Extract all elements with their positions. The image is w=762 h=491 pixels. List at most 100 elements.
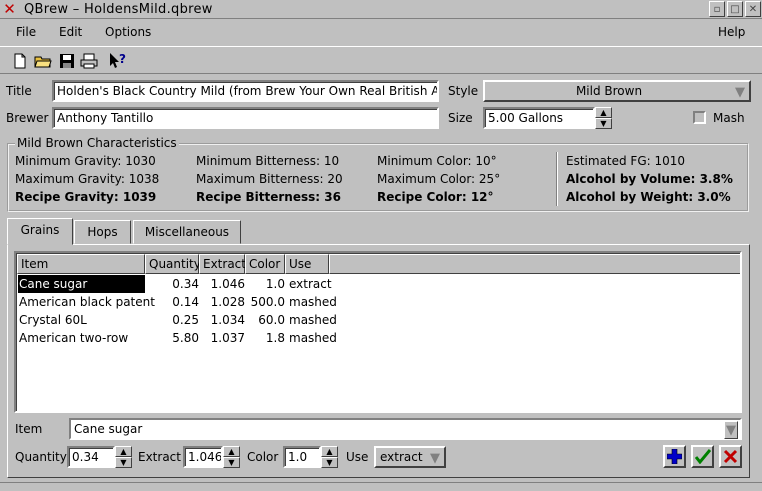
x-icon xyxy=(723,449,738,464)
table-row[interactable]: Cane sugar 0.34 1.046 1.0 extract xyxy=(18,275,738,293)
alcohol-by-weight: Alcohol by Weight: 3.0% xyxy=(566,190,731,204)
header-color[interactable]: Color xyxy=(245,254,285,274)
grains-list[interactable]: Item Quantity Extract Color Use Cane sug… xyxy=(14,251,742,413)
cell-item: American black patent xyxy=(19,295,155,309)
brewer-label: Brewer xyxy=(6,111,49,125)
cell-color: 1.0 xyxy=(265,277,285,291)
whats-this-icon[interactable]: ? xyxy=(108,51,128,71)
cell-use: mashed xyxy=(289,295,337,309)
print-icon[interactable] xyxy=(79,51,99,71)
checkmark-icon xyxy=(694,449,711,464)
color-stepper[interactable]: ▲ ▼ xyxy=(321,446,338,468)
menu-help[interactable]: Help xyxy=(718,25,745,39)
quantity-input[interactable]: 0.34 xyxy=(67,446,115,468)
extract-input[interactable]: 1.046 xyxy=(183,446,223,468)
tab-grains[interactable]: Grains xyxy=(7,218,73,245)
cell-item: Cane sugar xyxy=(18,275,145,293)
spin-up-icon[interactable]: ▲ xyxy=(115,446,132,457)
apply-button[interactable] xyxy=(691,445,714,468)
close-button[interactable]: ✕ xyxy=(745,1,761,17)
title-bar: ✕ QBrew – HoldensMild.qbrew ▫ □ ✕ xyxy=(0,0,762,19)
menu-file[interactable]: File xyxy=(16,25,36,39)
chevron-down-icon: ▼ xyxy=(735,84,745,100)
title-input[interactable]: Holden's Black Country Mild (from Brew Y… xyxy=(52,80,439,102)
characteristics-title: Mild Brown Characteristics xyxy=(15,136,179,150)
brewer-input[interactable]: Anthony Tantillo xyxy=(52,107,439,129)
new-file-icon[interactable] xyxy=(10,51,30,71)
item-combo[interactable]: Cane sugar ▼ xyxy=(69,418,742,440)
cell-quantity: 0.34 xyxy=(172,277,199,291)
group-divider xyxy=(556,152,558,206)
min-color: Minimum Color: 10° xyxy=(377,154,497,168)
size-spinner[interactable]: ▲ ▼ xyxy=(595,107,612,129)
svg-text:?: ? xyxy=(119,52,126,66)
min-bitterness: Minimum Bitterness: 10 xyxy=(196,154,340,168)
max-gravity: Maximum Gravity: 1038 xyxy=(15,172,160,186)
color-label: Color xyxy=(247,450,279,464)
tab-hops[interactable]: Hops xyxy=(74,220,131,244)
spin-down-icon[interactable]: ▼ xyxy=(321,457,338,468)
plus-icon xyxy=(667,449,682,464)
cell-extract: 1.046 xyxy=(210,277,245,291)
spin-down-icon[interactable]: ▼ xyxy=(223,457,240,468)
max-color: Maximum Color: 25° xyxy=(377,172,501,186)
header-use[interactable]: Use xyxy=(285,254,329,274)
cell-color: 1.8 xyxy=(265,331,285,345)
mash-checkbox[interactable] xyxy=(693,111,706,124)
cell-quantity: 5.80 xyxy=(172,331,199,345)
title-label: Title xyxy=(6,84,32,98)
menu-bar: File Edit Options Help xyxy=(0,20,762,45)
color-input[interactable]: 1.0 xyxy=(283,446,321,468)
menu-edit[interactable]: Edit xyxy=(59,25,82,39)
chevron-down-icon[interactable]: ▼ xyxy=(724,421,738,439)
chevron-down-icon: ▼ xyxy=(430,450,440,466)
size-input[interactable]: 5.00 Gallons xyxy=(483,107,595,129)
use-combo[interactable]: extract ▼ xyxy=(374,446,446,468)
mash-label: Mash xyxy=(713,111,745,125)
cell-use: mashed xyxy=(289,331,337,345)
quantity-stepper[interactable]: ▲ ▼ xyxy=(115,446,132,468)
remove-button[interactable] xyxy=(719,445,742,468)
table-row[interactable]: American black patent 0.14 1.028 500.0 m… xyxy=(18,293,738,311)
use-label: Use xyxy=(346,450,369,464)
minimize-button[interactable]: ▫ xyxy=(709,1,725,17)
style-combo[interactable]: Mild Brown ▼ xyxy=(483,80,751,102)
table-row[interactable]: American two-row 5.80 1.037 1.8 mashed xyxy=(18,329,738,347)
toolbar: ? xyxy=(0,46,762,74)
extract-stepper[interactable]: ▲ ▼ xyxy=(223,446,240,468)
cell-item: Crystal 60L xyxy=(19,313,87,327)
cell-use: mashed xyxy=(289,313,337,327)
add-button[interactable] xyxy=(663,445,686,468)
style-value: Mild Brown xyxy=(575,84,643,98)
tab-miscellaneous[interactable]: Miscellaneous xyxy=(133,220,241,244)
recipe-bitterness: Recipe Bitterness: 36 xyxy=(196,190,341,204)
spin-up-icon[interactable]: ▲ xyxy=(321,446,338,457)
open-folder-icon[interactable] xyxy=(33,51,53,71)
save-icon[interactable] xyxy=(57,51,77,71)
menu-options[interactable]: Options xyxy=(105,25,151,39)
header-filler xyxy=(329,254,740,274)
header-quantity[interactable]: Quantity xyxy=(145,254,201,274)
cell-quantity: 0.25 xyxy=(172,313,199,327)
style-label: Style xyxy=(448,84,479,98)
table-row[interactable]: Crystal 60L 0.25 1.034 60.0 mashed xyxy=(18,311,738,329)
cell-quantity: 0.14 xyxy=(172,295,199,309)
spin-up-icon[interactable]: ▲ xyxy=(223,446,240,457)
spin-up-icon[interactable]: ▲ xyxy=(595,107,612,118)
cell-extract: 1.028 xyxy=(210,295,245,309)
spin-down-icon[interactable]: ▼ xyxy=(115,457,132,468)
recipe-gravity: Recipe Gravity: 1039 xyxy=(15,190,157,204)
cell-extract: 1.037 xyxy=(210,331,245,345)
cell-color: 60.0 xyxy=(258,313,285,327)
cell-use: extract xyxy=(289,277,332,291)
max-bitterness: Maximum Bitterness: 20 xyxy=(196,172,343,186)
spin-down-icon[interactable]: ▼ xyxy=(595,118,612,129)
header-extract[interactable]: Extract xyxy=(199,254,246,274)
cell-extract: 1.034 xyxy=(210,313,245,327)
close-x-icon[interactable]: ✕ xyxy=(1,0,18,18)
quantity-label: Quantity xyxy=(15,450,67,464)
maximize-button[interactable]: □ xyxy=(727,1,743,17)
header-item[interactable]: Item xyxy=(17,254,145,274)
cell-item: American two-row xyxy=(19,331,129,345)
item-label: Item xyxy=(15,422,43,436)
